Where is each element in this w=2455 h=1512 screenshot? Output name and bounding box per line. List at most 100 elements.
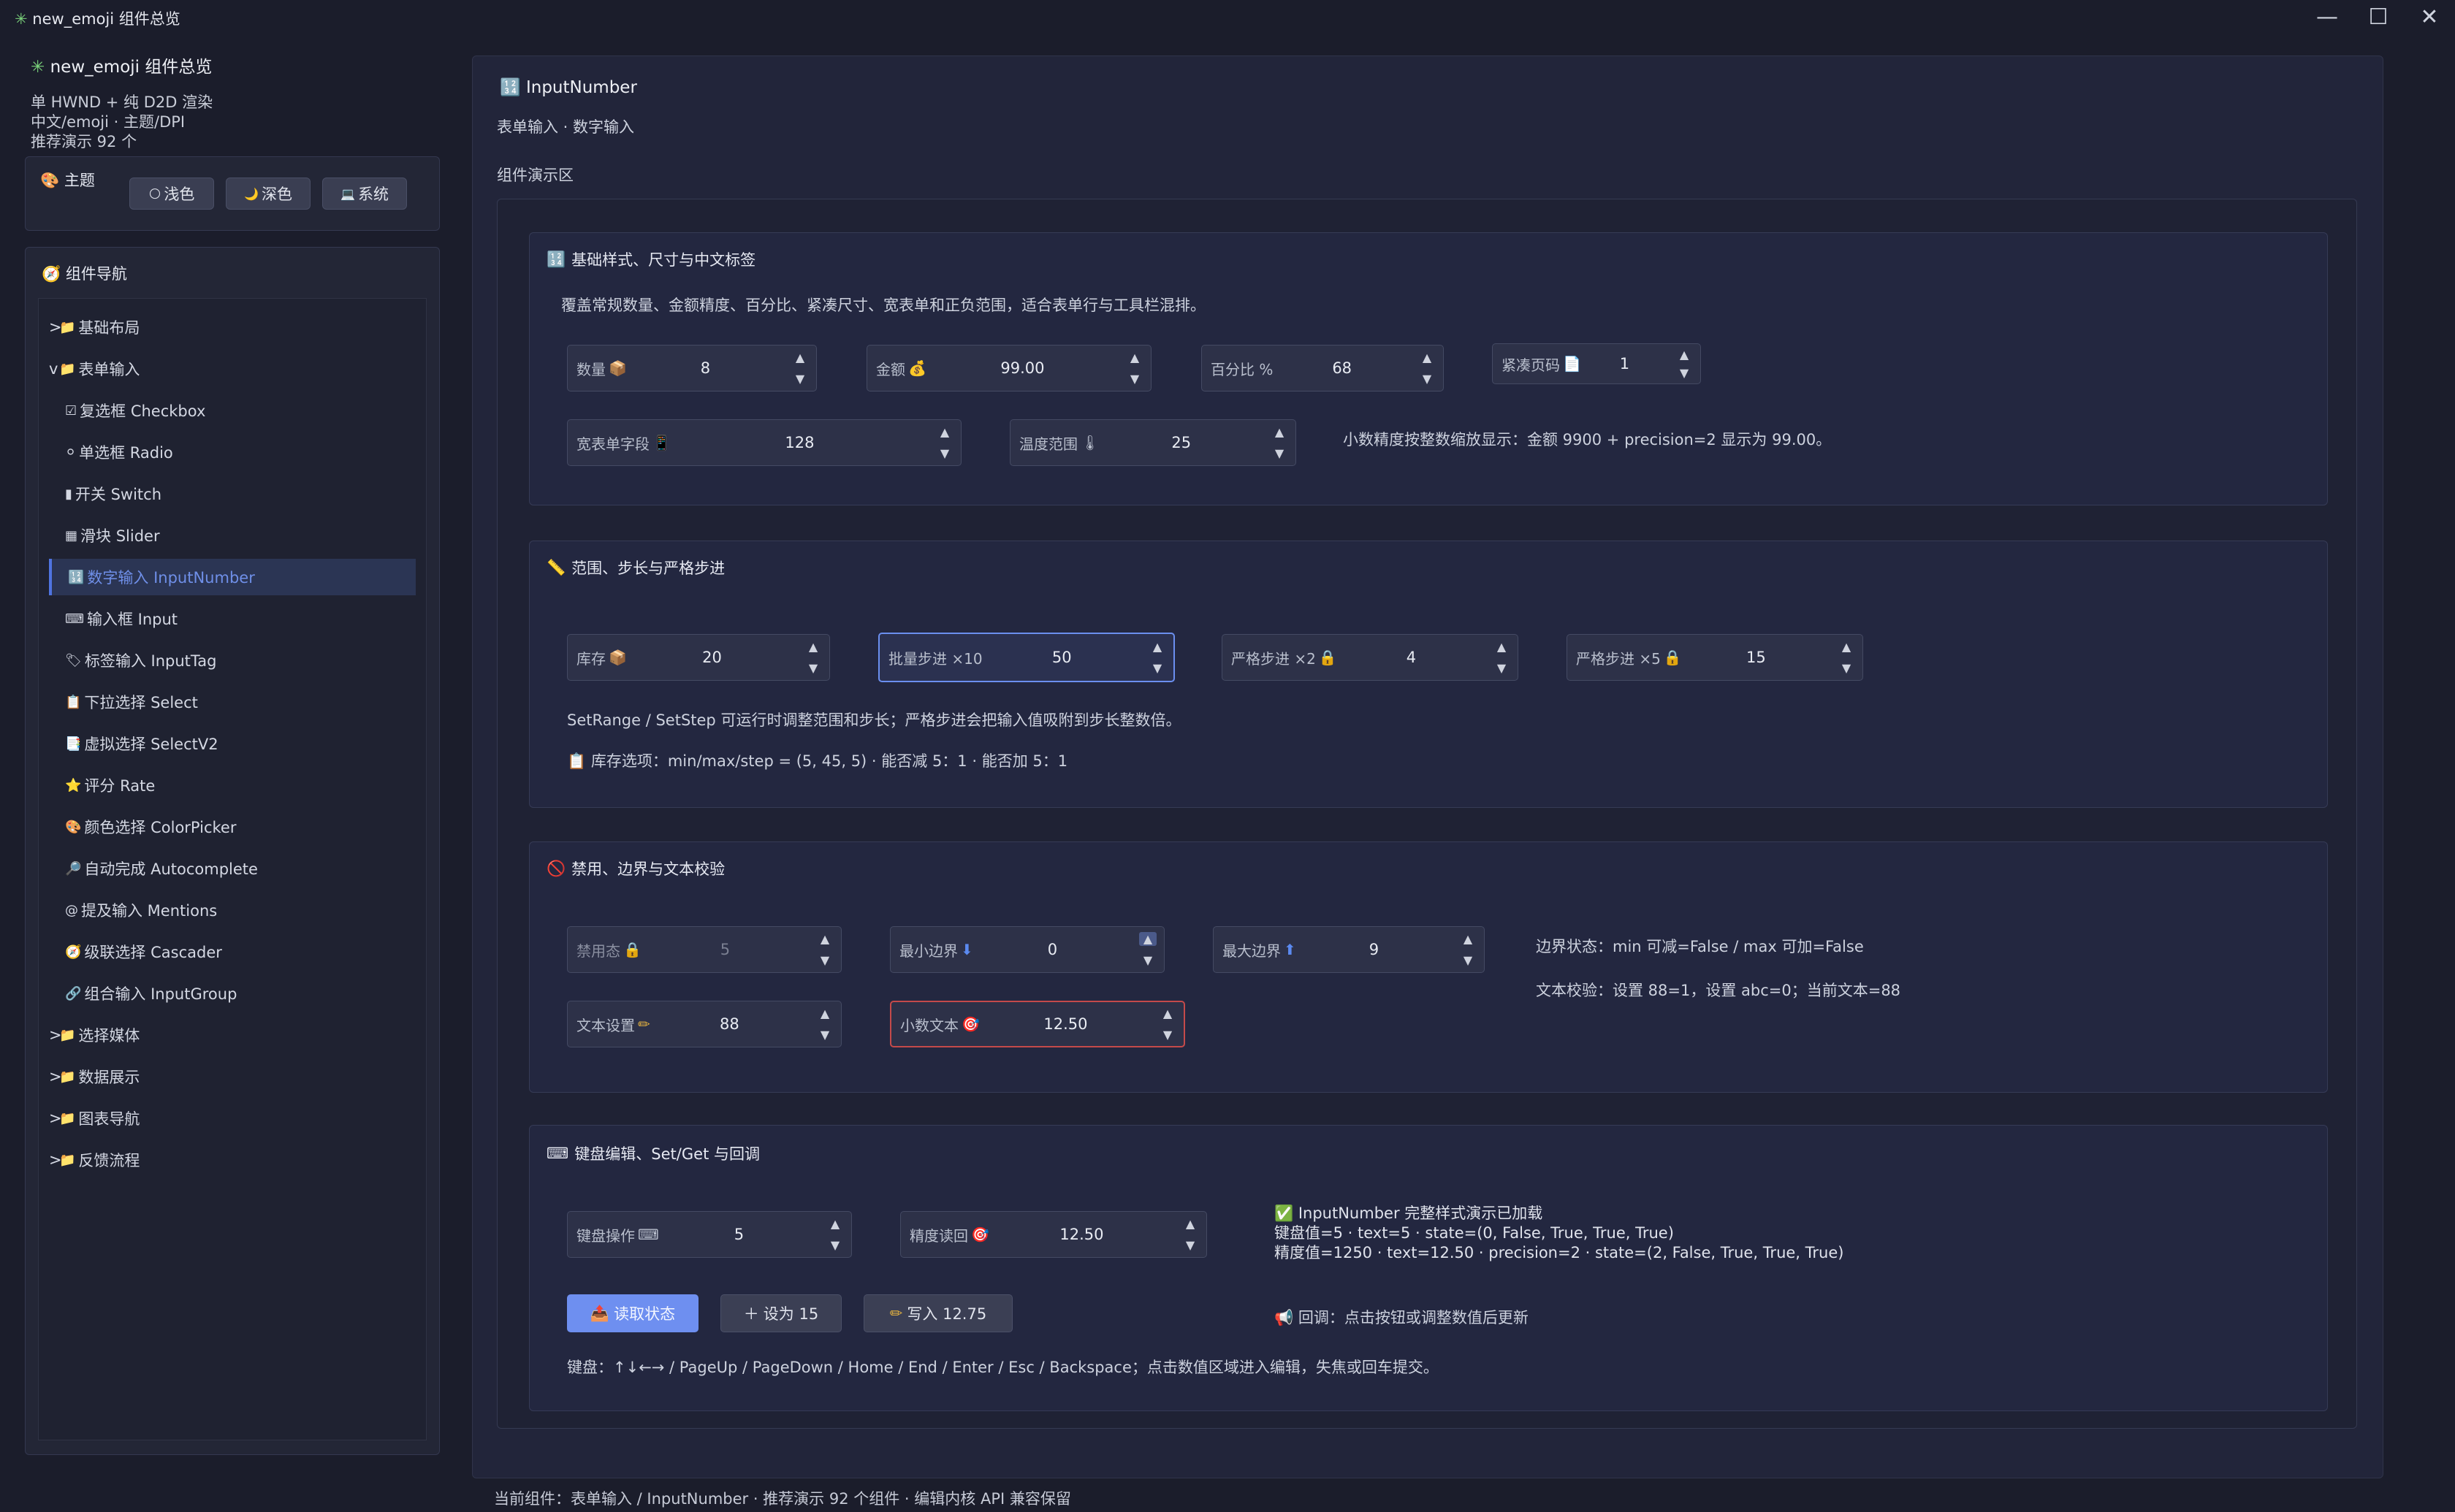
input-strict-step-2[interactable]: 严格步进 ×2 🔒 4 ▲ ▼ [1222, 634, 1518, 681]
arrow-down-icon[interactable]: ▼ [1842, 661, 1851, 675]
sidebar-item[interactable]: ▮ 开关 Switch [49, 476, 416, 512]
arrow-up-icon[interactable]: ▲ [1423, 351, 1431, 364]
maximize-icon[interactable]: ☐ [2353, 0, 2404, 34]
set-15-button[interactable]: ＋ 设为 15 [720, 1294, 842, 1332]
arrow-up-icon[interactable]: ▲ [1130, 351, 1139, 364]
input-strict-step-5[interactable]: 严格步进 ×5 🔒 15 ▲ ▼ [1567, 634, 1863, 681]
arrow-up-icon[interactable]: ▲ [809, 640, 818, 654]
arrow-down-icon[interactable]: ▼ [796, 372, 804, 386]
input-amount[interactable]: 金额 💰 99.00 ▲ ▼ [867, 345, 1152, 392]
theme-system-button[interactable]: 💻 系统 [322, 177, 407, 210]
sidebar-item[interactable]: > 📁 基础布局 [49, 309, 416, 345]
input-stock-value[interactable]: 20 [627, 649, 797, 666]
sidebar-item[interactable]: ⌨ 输入框 Input [49, 600, 416, 637]
input-strict-step-5-value[interactable]: 15 [1682, 649, 1830, 666]
arrow-down-icon[interactable]: ▼ [1153, 661, 1162, 675]
arrow-up-icon[interactable]: ▲ [796, 351, 804, 364]
theme-light-button[interactable]: 🌕 浅色 [129, 177, 214, 210]
sidebar-item[interactable]: 🔢 数字输入 InputNumber [49, 559, 416, 595]
input-min-boundary-value[interactable]: 0 [973, 941, 1132, 958]
arrow-down-icon[interactable]: ▼ [1130, 372, 1139, 386]
input-strict-step-2-value[interactable]: 4 [1337, 649, 1485, 666]
arrow-down-icon[interactable]: ▼ [809, 661, 818, 675]
arrow-up-icon[interactable]: ▲ [1153, 640, 1162, 654]
write-12-75-button[interactable]: ✏ 写入 12.75 [864, 1294, 1013, 1332]
input-max-boundary-value[interactable]: 9 [1296, 941, 1452, 958]
input-compact-page-value[interactable]: 1 [1581, 355, 1668, 373]
arrow-up-icon[interactable]: ▲ [1186, 1217, 1195, 1231]
input-wide-field-value[interactable]: 128 [671, 434, 929, 451]
arrow-up-icon[interactable]: ▲ [1138, 932, 1157, 946]
sidebar-item[interactable]: ▦ 滑块 Slider [49, 517, 416, 554]
input-amount-value[interactable]: 99.00 [926, 359, 1119, 377]
sidebar-item[interactable]: 🎨 颜色选择 ColorPicker [49, 809, 416, 845]
arrow-down-icon[interactable]: ▼ [1497, 661, 1506, 675]
input-text-set[interactable]: 文本设置 ✏ 88 ▲ ▼ [567, 1001, 842, 1047]
sidebar-item[interactable]: > 📁 选择媒体 [49, 1017, 416, 1053]
sidebar-item[interactable]: 📑 虚拟选择 SelectV2 [49, 725, 416, 762]
input-batch-step[interactable]: 批量步进 ×10 50 ▲ ▼ [878, 633, 1175, 682]
arrow-down-icon[interactable]: ▼ [1186, 1238, 1195, 1252]
arrow-up-icon[interactable]: ▲ [1497, 640, 1506, 654]
sidebar-item[interactable]: > 📁 反馈流程 [49, 1142, 416, 1178]
arrow-down-icon[interactable]: ▼ [1464, 953, 1472, 967]
input-batch-step-value[interactable]: 50 [983, 649, 1141, 666]
input-temperature[interactable]: 温度范围 🌡 25 ▲ ▼ [1010, 419, 1296, 466]
chevron-down-icon[interactable]: v [49, 360, 59, 378]
input-decimal-text-value[interactable]: 12.50 [980, 1015, 1152, 1033]
sidebar-item[interactable]: 🏷 标签输入 InputTag [49, 642, 416, 679]
sidebar-item[interactable]: v 📁 表单输入 [49, 351, 416, 387]
arrow-up-icon[interactable]: ▲ [940, 425, 949, 439]
minimize-icon[interactable]: — [2302, 0, 2353, 34]
input-stock[interactable]: 库存 📦 20 ▲ ▼ [567, 634, 830, 681]
arrow-up-icon[interactable]: ▲ [1275, 425, 1284, 439]
sidebar-item[interactable]: ☑ 复选框 Checkbox [49, 392, 416, 429]
input-quantity-value[interactable]: 8 [627, 359, 784, 377]
sidebar-item[interactable]: @ 提及输入 Mentions [49, 892, 416, 928]
sidebar-item[interactable]: > 📁 数据展示 [49, 1058, 416, 1095]
sidebar-item[interactable]: 🔗 组合输入 InputGroup [49, 975, 416, 1012]
close-icon[interactable]: ✕ [2404, 0, 2455, 34]
arrow-down-icon[interactable]: ▼ [1423, 372, 1431, 386]
input-min-boundary[interactable]: 最小边界 ⬇ 0 ▲ ▼ [890, 926, 1165, 973]
arrow-down-icon[interactable]: ▼ [1275, 446, 1284, 460]
input-precision-readback-value[interactable]: 12.50 [989, 1226, 1174, 1243]
arrow-down-icon[interactable]: ▼ [1143, 953, 1152, 967]
chevron-right-icon[interactable]: > [49, 1110, 62, 1127]
arrow-up-icon[interactable]: ▲ [1163, 1007, 1172, 1020]
sidebar-item[interactable]: ⚪ 单选框 Radio [49, 434, 416, 470]
arrow-down-icon[interactable]: ▼ [940, 446, 949, 460]
chevron-right-icon[interactable]: > [49, 318, 62, 336]
read-state-button[interactable]: 📤 读取状态 [567, 1294, 699, 1332]
input-max-boundary[interactable]: 最大边界 ⬆ 9 ▲ ▼ [1213, 926, 1485, 973]
sidebar-item[interactable]: 📋 下拉选择 Select [49, 684, 416, 720]
input-temperature-value[interactable]: 25 [1099, 434, 1263, 451]
input-precision-readback[interactable]: 精度读回 🎯 12.50 ▲ ▼ [900, 1211, 1207, 1258]
arrow-down-icon[interactable]: ▼ [1680, 366, 1689, 380]
input-text-set-value[interactable]: 88 [650, 1015, 809, 1033]
sidebar-item[interactable]: > 📁 图表导航 [49, 1100, 416, 1137]
arrow-up-icon[interactable]: ▲ [1680, 348, 1689, 362]
arrow-up-icon[interactable]: ▲ [831, 1217, 840, 1231]
input-percent[interactable]: 百分比 % 68 ▲ ▼ [1201, 345, 1444, 392]
arrow-down-icon[interactable]: ▼ [821, 1028, 829, 1042]
input-compact-page[interactable]: 紧凑页码 📄 1 ▲ ▼ [1492, 343, 1701, 384]
sidebar-item[interactable]: ⭐ 评分 Rate [49, 767, 416, 803]
chevron-right-icon[interactable]: > [49, 1068, 62, 1085]
arrow-up-icon[interactable]: ▲ [1464, 932, 1472, 946]
theme-dark-button[interactable]: 🌙 深色 [226, 177, 311, 210]
arrow-up-icon[interactable]: ▲ [821, 1007, 829, 1020]
input-wide-field[interactable]: 宽表单字段 📱 128 ▲ ▼ [567, 419, 962, 466]
input-keyboard[interactable]: 键盘操作 ⌨ 5 ▲ ▼ [567, 1211, 852, 1258]
sidebar-item[interactable]: 🔎 自动完成 Autocomplete [49, 850, 416, 887]
input-keyboard-value[interactable]: 5 [659, 1226, 819, 1243]
sidebar-item[interactable]: 🧭 级联选择 Cascader [49, 933, 416, 970]
chevron-right-icon[interactable]: > [49, 1151, 62, 1169]
input-percent-value[interactable]: 68 [1273, 359, 1411, 377]
input-decimal-text[interactable]: 小数文本 🎯 12.50 ▲ ▼ [890, 1001, 1185, 1047]
arrow-down-icon[interactable]: ▼ [831, 1238, 840, 1252]
arrow-down-icon[interactable]: ▼ [1163, 1028, 1172, 1042]
arrow-up-icon[interactable]: ▲ [1842, 640, 1851, 654]
chevron-right-icon[interactable]: > [49, 1026, 62, 1044]
input-quantity[interactable]: 数量 📦 8 ▲ ▼ [567, 345, 817, 392]
